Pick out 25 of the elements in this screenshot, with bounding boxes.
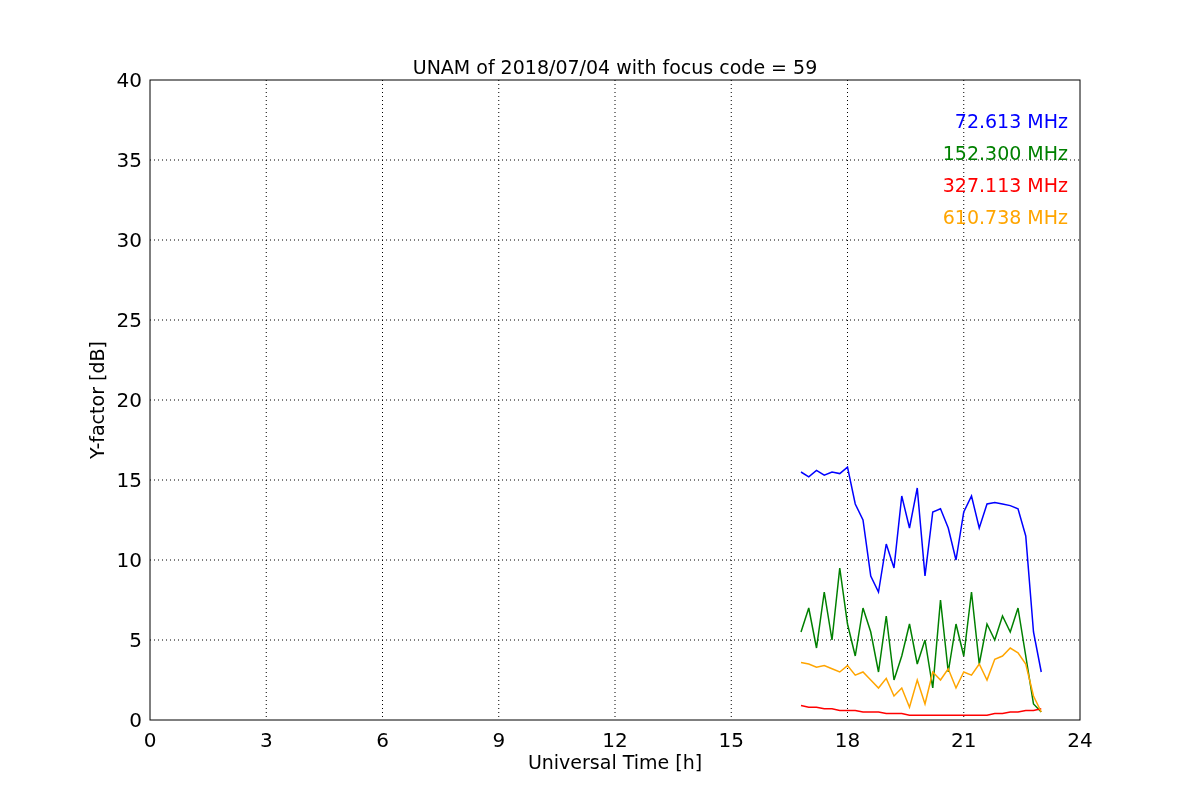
x-tick-label: 9: [492, 728, 506, 752]
x-axis-label: Universal Time [h]: [527, 751, 703, 773]
y-tick-label: 5: [129, 628, 142, 652]
y-tick-label: 20: [116, 388, 142, 412]
y-tick-label: 10: [116, 548, 142, 572]
x-tick-label: 18: [834, 728, 861, 752]
y-tick-label: 30: [116, 228, 142, 252]
x-tick-label: 24: [1067, 728, 1093, 752]
chart-title: UNAM of 2018/07/04 with focus code = 59: [412, 56, 818, 78]
y-tick-label: 0: [129, 708, 142, 732]
x-tick-label: 6: [376, 728, 389, 752]
x-tick-label: 0: [143, 728, 157, 752]
legend-label: 152.300 MHz: [942, 142, 1068, 164]
y-tick-label: 15: [116, 468, 142, 492]
y-tick-label: 40: [116, 68, 142, 92]
x-tick-label: 3: [259, 728, 273, 752]
legend-label: 327.113 MHz: [942, 174, 1068, 196]
x-tick-label: 15: [718, 728, 744, 752]
x-tick-label: 21: [951, 728, 977, 752]
legend-label: 610.738 MHz: [942, 206, 1068, 228]
x-tick-label: 12: [602, 728, 628, 752]
y-tick-label: 25: [116, 308, 142, 332]
y-tick-label: 35: [116, 148, 142, 172]
y-axis-label: Y-factor [dB]: [86, 341, 108, 459]
legend-label: 72.613 MHz: [954, 110, 1068, 132]
